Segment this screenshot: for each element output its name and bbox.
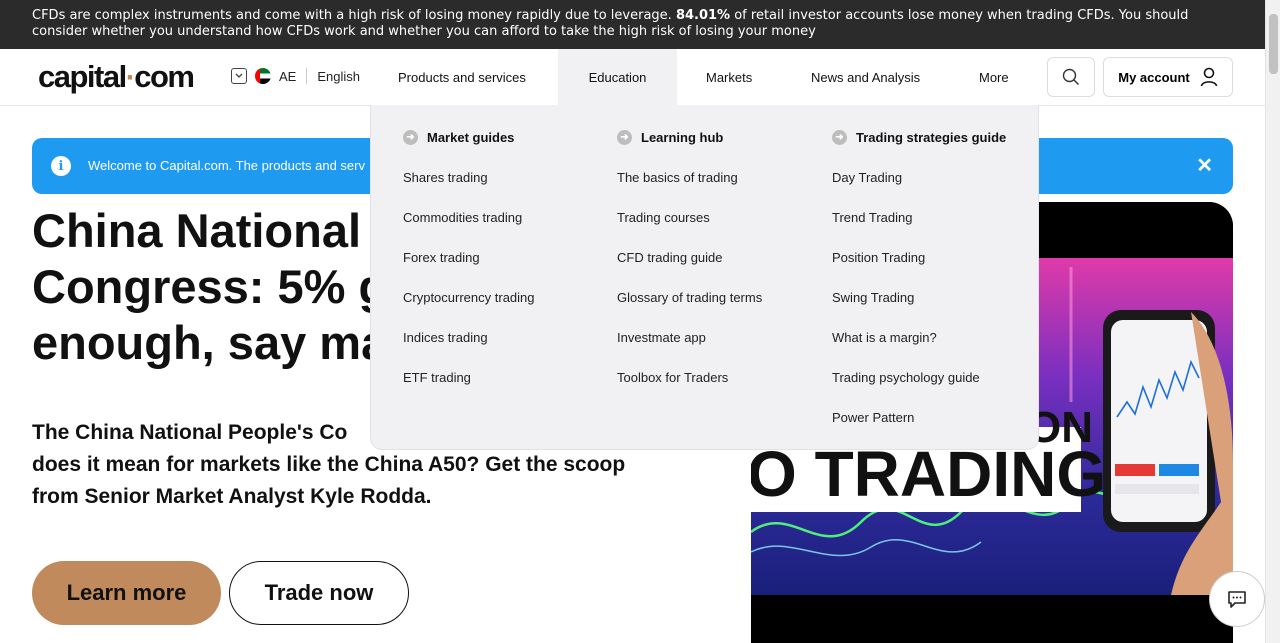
- menu-item[interactable]: Power Pattern: [832, 408, 1006, 448]
- hero-subtitle-line: does it mean for markets like the China …: [32, 453, 626, 476]
- arrow-right-icon: ➜: [617, 129, 632, 145]
- logo-text-left: capital: [38, 59, 127, 94]
- menu-column-title-text: Learning hub: [641, 129, 724, 145]
- logo-text-right: com: [134, 59, 195, 94]
- my-account-label: My account: [1118, 69, 1190, 85]
- menu-item[interactable]: Commodities trading: [403, 208, 535, 248]
- chat-icon: [1228, 591, 1246, 608]
- menu-item[interactable]: The basics of trading: [617, 168, 762, 208]
- logo-dot: ·: [125, 61, 136, 94]
- user-icon: [1200, 67, 1218, 87]
- menu-item[interactable]: Swing Trading: [832, 288, 1006, 328]
- menu-item[interactable]: Glossary of trading terms: [617, 288, 762, 328]
- menu-item[interactable]: Toolbox for Traders: [617, 368, 762, 408]
- menu-item[interactable]: Day Trading: [832, 168, 1006, 208]
- hero-subtitle-line: from Senior Market Analyst Kyle Rodda.: [32, 485, 432, 508]
- menu-item[interactable]: Position Trading: [832, 248, 1006, 288]
- nav-products-and-services[interactable]: Products and services: [398, 49, 526, 105]
- scrollbar-thumb[interactable]: [1269, 14, 1278, 74]
- arrow-right-icon: ➜: [832, 129, 847, 145]
- trade-now-button[interactable]: Trade now: [229, 561, 409, 625]
- search-button[interactable]: [1047, 57, 1095, 97]
- capital-com-logo[interactable]: capital·com: [38, 59, 195, 95]
- chat-button[interactable]: [1209, 571, 1265, 627]
- country-code: AE: [279, 68, 297, 84]
- my-account-button[interactable]: My account: [1103, 57, 1233, 97]
- menu-item[interactable]: ETF trading: [403, 368, 535, 408]
- search-icon: [1062, 68, 1079, 85]
- menu-item[interactable]: Indices trading: [403, 328, 535, 368]
- menu-item[interactable]: CFD trading guide: [617, 248, 762, 288]
- learn-more-button[interactable]: Learn more: [32, 561, 221, 625]
- menu-item[interactable]: Trading psychology guide: [832, 368, 1006, 408]
- locale-divider: [306, 68, 308, 84]
- language-label[interactable]: English: [317, 69, 360, 84]
- menu-item[interactable]: Cryptocurrency trading: [403, 288, 535, 328]
- menu-column-title[interactable]: ➜ Learning hub: [617, 127, 762, 147]
- nav-education[interactable]: Education: [558, 49, 677, 105]
- arrow-right-icon: ➜: [403, 129, 418, 145]
- chevron-down-icon[interactable]: [231, 68, 247, 84]
- menu-column-title[interactable]: ➜ Market guides: [403, 127, 535, 147]
- risk-text-before: CFDs are complex instruments and come wi…: [32, 8, 676, 23]
- menu-column-market-guides: ➜ Market guides Shares trading Commoditi…: [403, 127, 535, 408]
- info-icon: i: [51, 156, 71, 176]
- education-mega-menu: ➜ Market guides Shares trading Commoditi…: [370, 105, 1039, 450]
- risk-warning-banner: CFDs are complex instruments and come wi…: [0, 0, 1265, 49]
- menu-column-title[interactable]: ➜ Trading strategies guide: [832, 127, 1006, 147]
- nav-news-and-analysis[interactable]: News and Analysis: [811, 49, 920, 105]
- menu-item[interactable]: Forex trading: [403, 248, 535, 288]
- menu-column-trading-strategies: ➜ Trading strategies guide Day Trading T…: [832, 127, 1006, 448]
- risk-percent: 84.01%: [675, 8, 731, 23]
- welcome-text: Welcome to Capital.com. The products and…: [88, 158, 365, 173]
- menu-item[interactable]: What is a margin?: [832, 328, 1006, 368]
- menu-column-title-text: Trading strategies guide: [856, 129, 1007, 145]
- site-header: capital·com AE English Products and serv…: [0, 49, 1265, 106]
- nav-markets[interactable]: Markets: [706, 49, 752, 105]
- uae-flag-icon: [255, 68, 271, 84]
- menu-item[interactable]: Trend Trading: [832, 208, 1006, 248]
- menu-column-title-text: Market guides: [427, 129, 515, 145]
- menu-item[interactable]: Shares trading: [403, 168, 535, 208]
- page-scrollbar[interactable]: [1265, 0, 1280, 643]
- menu-item[interactable]: Investmate app: [617, 328, 762, 368]
- nav-more[interactable]: More: [979, 49, 1009, 105]
- menu-item[interactable]: Trading courses: [617, 208, 762, 248]
- locale-selector[interactable]: AE English: [231, 68, 360, 84]
- menu-column-learning-hub: ➜ Learning hub The basics of trading Tra…: [617, 127, 762, 408]
- close-icon[interactable]: ✕: [1196, 153, 1213, 178]
